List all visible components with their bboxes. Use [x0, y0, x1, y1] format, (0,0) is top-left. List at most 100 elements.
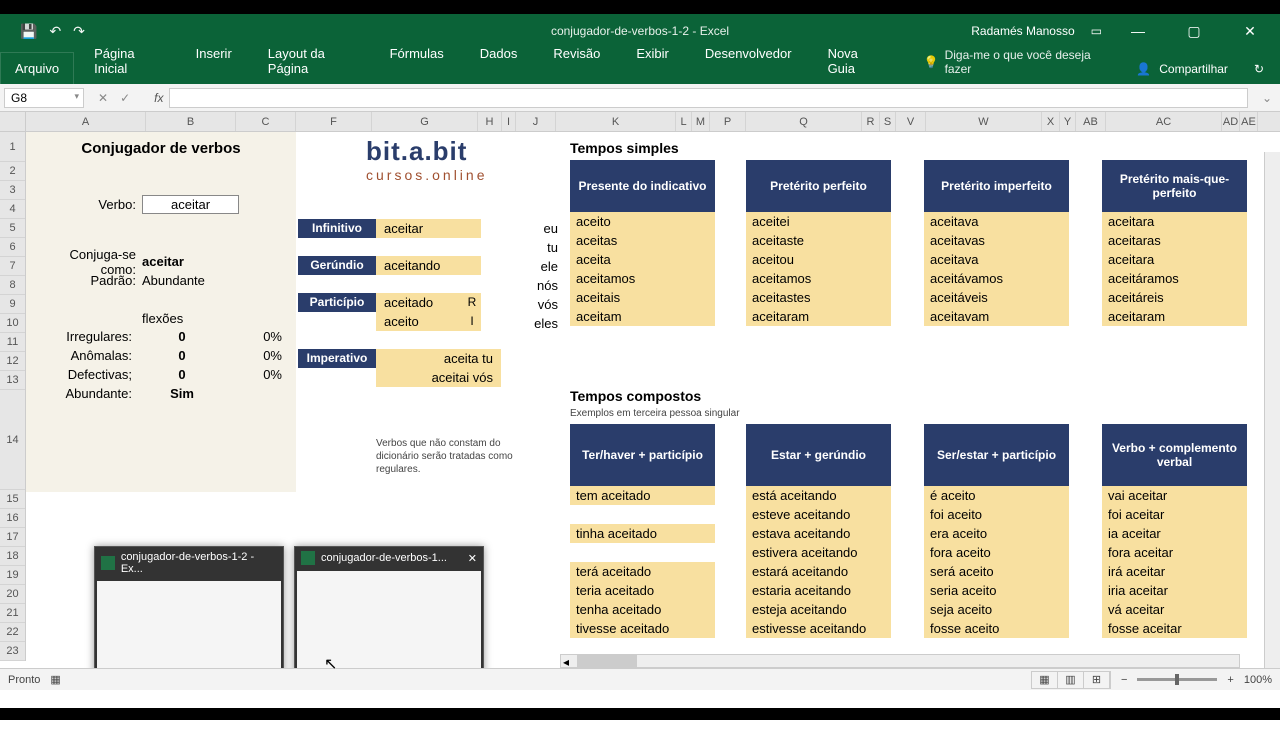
tense-form: foi aceito	[924, 505, 1069, 524]
row-header[interactable]: 4	[0, 200, 25, 219]
share-button[interactable]: Compartilhar	[1159, 62, 1228, 76]
undo-icon[interactable]: ↶	[49, 23, 61, 40]
row-header[interactable]: 17	[0, 528, 25, 547]
view-buttons[interactable]: ▦ ▥ ⊞	[1031, 671, 1111, 689]
dictionary-note: Verbos que não constam do dicionário ser…	[376, 437, 516, 476]
row-header[interactable]: 2	[0, 162, 25, 181]
taskbar-thumbnail[interactable]: conjugador-de-verbos-1-2 - Ex...	[94, 546, 284, 676]
horizontal-scrollbar[interactable]: ◂ ▸	[560, 654, 1240, 668]
col-header[interactable]: J	[516, 112, 556, 131]
tense-form: aceitais	[570, 288, 715, 307]
tense-form: estivera aceitando	[746, 543, 891, 562]
col-header[interactable]: B	[146, 112, 236, 131]
zoom-slider[interactable]	[1137, 678, 1217, 681]
col-header[interactable]: F	[296, 112, 372, 131]
row-header[interactable]: 11	[0, 333, 25, 352]
tense-form: ia aceitar	[1102, 524, 1247, 543]
col-header[interactable]: M	[692, 112, 710, 131]
col-header[interactable]: R	[862, 112, 880, 131]
col-header[interactable]: AE	[1240, 112, 1258, 131]
col-header[interactable]: AC	[1106, 112, 1222, 131]
conjuga-value: aceitar	[142, 254, 184, 269]
row-header[interactable]: 1	[0, 132, 25, 162]
col-header[interactable]: C	[236, 112, 296, 131]
taskbar-thumbnail[interactable]: conjugador-de-verbos-1...✕	[294, 546, 484, 676]
row-header[interactable]: 14	[0, 390, 25, 490]
zoom-level[interactable]: 100%	[1244, 674, 1272, 686]
row-header[interactable]: 23	[0, 642, 25, 661]
row-header[interactable]: 19	[0, 566, 25, 585]
row-header[interactable]: 15	[0, 490, 25, 509]
tellme[interactable]: 💡 Diga-me o que você deseja fazer	[916, 40, 1121, 84]
redo-icon[interactable]: ↷	[73, 23, 85, 40]
tense-form: tem aceitado	[570, 486, 715, 505]
cancel-icon[interactable]: ✕	[98, 91, 108, 105]
history-icon[interactable]: ↻	[1254, 62, 1264, 76]
tense-form: aceitou	[746, 250, 891, 269]
tense-form: esteve aceitando	[746, 505, 891, 524]
normal-view-icon: ▦	[1032, 672, 1058, 688]
col-header[interactable]: AD	[1222, 112, 1240, 131]
column-headers[interactable]: ABCFGHIJKLMPQRSVWXYABACADAE	[0, 112, 1280, 132]
confirm-icon[interactable]: ✓	[120, 91, 130, 105]
tense-form: vai aceitar	[1102, 486, 1247, 505]
tense-form: fosse aceito	[924, 619, 1069, 638]
tense-form: aceitara	[1102, 250, 1247, 269]
col-header[interactable]: P	[710, 112, 746, 131]
row-header[interactable]: 21	[0, 604, 25, 623]
vertical-scrollbar[interactable]	[1264, 152, 1280, 690]
minimize-button[interactable]: —	[1118, 23, 1158, 39]
row-header[interactable]: 5	[0, 219, 25, 238]
row-header[interactable]: 10	[0, 314, 25, 333]
row-header[interactable]: 7	[0, 257, 25, 276]
expand-formula-icon[interactable]: ⌄	[1254, 91, 1280, 105]
file-tab[interactable]: Arquivo	[0, 52, 74, 84]
col-header[interactable]: Q	[746, 112, 862, 131]
macro-icon[interactable]: ▦	[50, 673, 60, 686]
col-header[interactable]: X	[1042, 112, 1060, 131]
row-header[interactable]: 6	[0, 238, 25, 257]
row-header[interactable]: 20	[0, 585, 25, 604]
formula-input[interactable]	[169, 88, 1247, 108]
col-header[interactable]: AB	[1076, 112, 1106, 131]
close-button[interactable]: ✕	[1230, 23, 1270, 40]
tense-form: será aceito	[924, 562, 1069, 581]
zoom-out-icon[interactable]: −	[1121, 674, 1127, 686]
verbo-input[interactable]: aceitar	[142, 195, 239, 214]
col-header[interactable]: S	[880, 112, 896, 131]
col-header[interactable]: A	[26, 112, 146, 131]
zoom-in-icon[interactable]: +	[1227, 674, 1233, 686]
col-header[interactable]: H	[478, 112, 502, 131]
row-header[interactable]: 18	[0, 547, 25, 566]
tense-form: aceitáreis	[1102, 288, 1247, 307]
thumb-title: conjugador-de-verbos-1-2 - Ex...	[121, 551, 277, 575]
imperativo-row-2: aceitai vós	[298, 368, 501, 387]
fx-icon[interactable]: fx	[154, 91, 163, 105]
save-icon[interactable]: 💾	[20, 23, 37, 40]
col-header[interactable]: G	[372, 112, 478, 131]
row-header[interactable]: 22	[0, 623, 25, 642]
col-header[interactable]: W	[926, 112, 1042, 131]
row-header[interactable]: 3	[0, 181, 25, 200]
row-header[interactable]: 13	[0, 371, 25, 390]
col-header[interactable]: Y	[1060, 112, 1076, 131]
namebox[interactable]: G8	[4, 88, 84, 108]
col-header[interactable]: I	[502, 112, 516, 131]
maximize-button[interactable]: ▢	[1174, 23, 1214, 40]
account-icon[interactable]: ▭	[1091, 24, 1102, 38]
row-header[interactable]: 12	[0, 352, 25, 371]
tense-form: iria aceitar	[1102, 581, 1247, 600]
tense-form: aceitávamos	[924, 269, 1069, 288]
tense-form: tivesse aceitado	[570, 619, 715, 638]
tense-form: aceitáveis	[924, 288, 1069, 307]
row-header[interactable]: 8	[0, 276, 25, 295]
row-header[interactable]: 16	[0, 509, 25, 528]
col-header[interactable]: L	[676, 112, 692, 131]
col-header[interactable]: K	[556, 112, 676, 131]
col-header[interactable]: V	[896, 112, 926, 131]
stat-row: Defectivas;00%	[26, 366, 296, 385]
row-header[interactable]: 9	[0, 295, 25, 314]
close-icon[interactable]: ✕	[468, 552, 477, 565]
spreadsheet-grid[interactable]: 1234567891011121314151617181920212223 Co…	[0, 132, 1280, 690]
pronoun: ele	[522, 257, 562, 276]
